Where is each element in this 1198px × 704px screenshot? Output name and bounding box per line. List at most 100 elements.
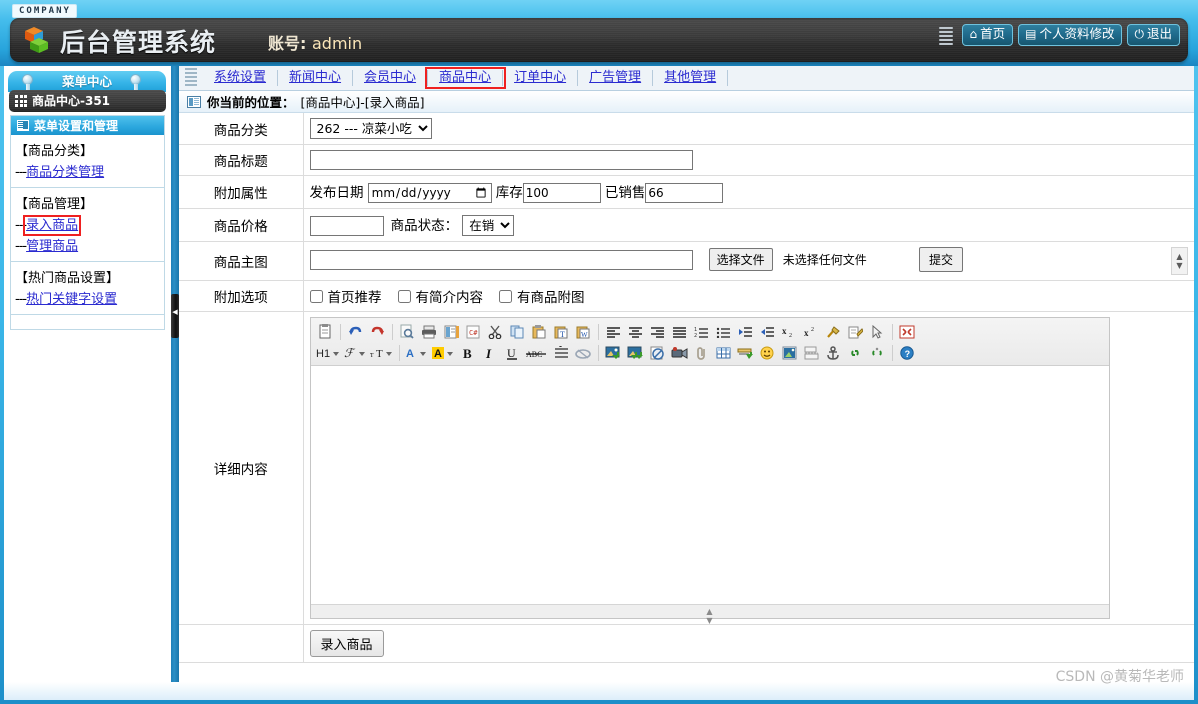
- copy-icon[interactable]: [507, 322, 528, 342]
- sidebar-link-add-product[interactable]: 录入商品: [23, 215, 82, 236]
- checkbox-home-recommend[interactable]: 首页推荐: [309, 286, 382, 306]
- sidebar-link-category-manage[interactable]: 商品分类管理: [26, 165, 104, 180]
- tab-product-center[interactable]: 商品中心: [425, 67, 507, 89]
- undo-icon[interactable]: [345, 322, 366, 342]
- align-right-icon[interactable]: [647, 322, 668, 342]
- page-break-icon[interactable]: [801, 343, 822, 363]
- editor-resize-grip-icon[interactable]: ▲ ▼: [706, 607, 712, 625]
- insert-image-icon[interactable]: [603, 343, 624, 363]
- logout-button[interactable]: ⏻ 退出: [1127, 24, 1180, 46]
- menu-center-title: 菜单中心: [61, 74, 112, 89]
- sidebar-link-manage-product[interactable]: 管理商品: [26, 239, 78, 254]
- spinner-down-icon[interactable]: ▼: [1176, 261, 1182, 270]
- spinner-up-icon[interactable]: ▲: [1176, 252, 1182, 261]
- indent-icon[interactable]: [735, 322, 756, 342]
- menu-grip-icon[interactable]: [939, 26, 954, 45]
- unlink-icon[interactable]: [867, 343, 888, 363]
- logo-cube-icon: [22, 26, 52, 54]
- label-status: 商品状态：: [390, 218, 459, 234]
- insert-row-icon[interactable]: [735, 343, 756, 363]
- table-icon[interactable]: [713, 343, 734, 363]
- main-image-input[interactable]: [309, 249, 693, 270]
- bold-icon[interactable]: B: [458, 343, 479, 363]
- profile-edit-button[interactable]: ▤ 个人资料修改: [1018, 24, 1123, 46]
- ordered-list-icon[interactable]: 12: [691, 322, 712, 342]
- background-image-icon[interactable]: [779, 343, 800, 363]
- select-all-icon[interactable]: [867, 322, 888, 342]
- stock-input[interactable]: [522, 183, 601, 203]
- anchor-icon[interactable]: [823, 343, 844, 363]
- checkbox-has-gallery-input[interactable]: [499, 289, 512, 303]
- upload-submit-button[interactable]: 提交: [918, 247, 963, 272]
- template-icon[interactable]: [441, 322, 462, 342]
- remove-format-icon[interactable]: [823, 322, 844, 342]
- align-justify-icon[interactable]: [669, 322, 690, 342]
- underline-icon[interactable]: U: [502, 343, 523, 363]
- home-button[interactable]: ⌂ 首页: [962, 24, 1014, 46]
- multi-image-icon[interactable]: [625, 343, 646, 363]
- align-center-icon[interactable]: [625, 322, 646, 342]
- svg-text:x: x: [804, 328, 809, 338]
- tab-order-center[interactable]: 订单中心: [503, 70, 579, 86]
- font-size-icon[interactable]: тT: [369, 343, 395, 363]
- field-extra-options: 首页推荐 有简介内容 有商品附图: [303, 280, 1194, 312]
- tab-news-center[interactable]: 新闻中心: [278, 70, 354, 86]
- italic-icon[interactable]: I: [480, 343, 501, 363]
- line-height-icon[interactable]: [551, 343, 572, 363]
- attachment-icon[interactable]: [691, 343, 712, 363]
- font-family-icon[interactable]: ℱ: [342, 343, 368, 363]
- emoticon-icon[interactable]: [757, 343, 778, 363]
- number-spinner[interactable]: ▲ ▼: [1171, 247, 1188, 275]
- align-left-icon[interactable]: [603, 322, 624, 342]
- tab-ad-management[interactable]: 广告管理: [578, 70, 654, 86]
- checkbox-has-gallery[interactable]: 有商品附图: [499, 286, 585, 306]
- source-code-icon[interactable]: C#: [463, 322, 484, 342]
- checkbox-has-intro-input[interactable]: [397, 289, 411, 303]
- paste-icon[interactable]: [529, 322, 550, 342]
- checkbox-home-recommend-input[interactable]: [309, 289, 323, 303]
- paste-word-icon[interactable]: W: [573, 322, 594, 342]
- editor-content-area[interactable]: [310, 366, 1109, 604]
- redo-icon[interactable]: [367, 322, 388, 342]
- svg-text:т: т: [370, 350, 374, 359]
- status-select[interactable]: 在销: [462, 215, 515, 236]
- tab-system-settings[interactable]: 系统设置: [203, 70, 279, 86]
- eraser-icon[interactable]: [573, 343, 594, 363]
- submit-product-button[interactable]: 录入商品: [309, 630, 384, 657]
- sidebar-splitter[interactable]: [171, 66, 179, 682]
- sold-input[interactable]: [645, 183, 724, 203]
- background-color-icon[interactable]: A: [431, 343, 457, 363]
- tab-member-center[interactable]: 会员中心: [353, 70, 429, 86]
- text-color-icon[interactable]: A: [404, 343, 430, 363]
- sidebar-collapse-handle[interactable]: [171, 294, 179, 338]
- paste-text-icon[interactable]: T: [551, 322, 572, 342]
- heading-icon[interactable]: H1: [315, 343, 341, 363]
- help-icon[interactable]: ?: [897, 343, 918, 363]
- category-select[interactable]: 262 --- 凉菜小吃: [309, 118, 432, 139]
- flash-icon[interactable]: [647, 343, 668, 363]
- outdent-icon[interactable]: [757, 322, 778, 342]
- form-row-main-image: 商品主图 ▲ ▼ 选择文件 未选择任何文件 提交: [179, 241, 1194, 281]
- menu-panel-header: 菜单设置和管理: [11, 116, 164, 135]
- checkbox-has-intro[interactable]: 有简介内容: [397, 286, 483, 306]
- preview-icon[interactable]: [397, 322, 418, 342]
- publish-date-input[interactable]: [367, 183, 492, 203]
- video-icon[interactable]: [669, 343, 690, 363]
- svg-text:ℱ: ℱ: [344, 346, 356, 360]
- price-input[interactable]: [309, 216, 384, 236]
- label-attributes: 附加属性: [179, 175, 304, 209]
- choose-file-button[interactable]: 选择文件: [708, 248, 773, 271]
- unordered-list-icon[interactable]: [713, 322, 734, 342]
- strikethrough-icon[interactable]: ABC: [524, 343, 550, 363]
- print-icon[interactable]: [419, 322, 440, 342]
- tab-other-management[interactable]: 其他管理: [653, 70, 729, 86]
- paste-from-clipboard-icon[interactable]: [315, 322, 336, 342]
- title-input[interactable]: [309, 150, 693, 170]
- subscript-icon[interactable]: x2: [779, 322, 800, 342]
- sidebar-link-hot-keywords[interactable]: 热门关键字设置: [26, 292, 117, 307]
- fullscreen-icon[interactable]: [897, 322, 918, 342]
- format-painter-icon[interactable]: [845, 322, 866, 342]
- superscript-icon[interactable]: x2: [801, 322, 822, 342]
- link-icon[interactable]: [845, 343, 866, 363]
- cut-icon[interactable]: [485, 322, 506, 342]
